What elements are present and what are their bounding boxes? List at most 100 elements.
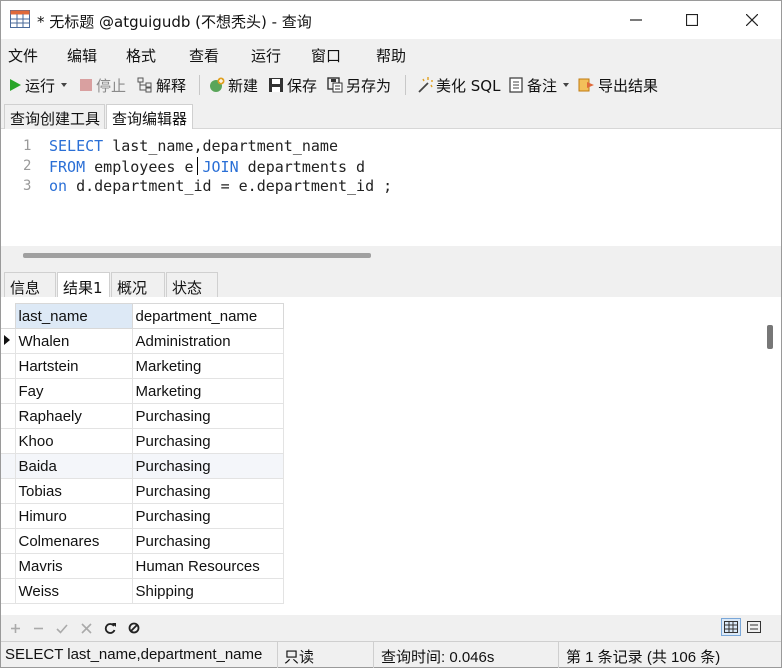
cell-department-name[interactable]: Purchasing <box>131 403 284 429</box>
row-indicator[interactable] <box>1 553 15 579</box>
cell-department-name[interactable]: Shipping <box>131 578 284 604</box>
sql-editor[interactable]: 1 2 3 SELECT last_name,department_name F… <box>1 129 781 246</box>
cell-department-name[interactable]: Purchasing <box>131 503 284 529</box>
row-indicator[interactable] <box>1 378 15 404</box>
stop-query-button[interactable] <box>127 621 141 635</box>
editor-horizontal-scrollbar[interactable] <box>1 246 781 268</box>
status-query-time: 查询时间: 0.046s <box>381 649 495 666</box>
sql-text: departments d <box>238 158 366 176</box>
minimize-button[interactable] <box>613 1 659 39</box>
tab-info[interactable]: 信息 <box>4 272 56 298</box>
row-indicator[interactable] <box>1 453 15 479</box>
column-header-last-name[interactable]: last_name <box>14 303 133 329</box>
cell-department-name[interactable]: Marketing <box>131 353 284 379</box>
table-row[interactable]: Whalen Administration <box>1 328 284 354</box>
tab-query-editor[interactable]: 查询编辑器 <box>106 104 193 129</box>
stop-button[interactable]: 停止 <box>79 74 126 96</box>
save-as-label: 另存为 <box>346 76 392 95</box>
menu-edit[interactable]: 编辑 <box>67 45 97 66</box>
table-row[interactable]: Colmenares Purchasing <box>1 528 284 554</box>
cell-last-name[interactable]: Khoo <box>14 428 133 454</box>
cell-last-name[interactable]: Fay <box>14 378 133 404</box>
row-indicator[interactable] <box>1 578 15 604</box>
cell-last-name[interactable]: Tobias <box>14 478 133 504</box>
current-row-arrow-icon <box>4 334 10 345</box>
menu-help[interactable]: 帮助 <box>376 45 406 66</box>
row-indicator[interactable] <box>1 328 15 354</box>
row-indicator[interactable] <box>1 428 15 454</box>
table-row[interactable]: Fay Marketing <box>1 378 284 404</box>
cell-last-name[interactable]: Baida <box>14 453 133 479</box>
menu-view[interactable]: 查看 <box>189 45 219 66</box>
cell-department-name[interactable]: Human Resources <box>131 553 284 579</box>
table-row[interactable]: Weiss Shipping <box>1 578 284 604</box>
grid-view-button[interactable] <box>721 618 741 636</box>
table-row[interactable]: Himuro Purchasing <box>1 503 284 529</box>
tab-query-builder[interactable]: 查询创建工具 <box>4 104 105 129</box>
row-indicator[interactable] <box>1 528 15 554</box>
menu-format[interactable]: 格式 <box>126 45 156 66</box>
cell-last-name[interactable]: Hartstein <box>14 353 133 379</box>
menu-bar: 文件 编辑 格式 查看 运行 窗口 帮助 <box>1 39 781 69</box>
refresh-icon <box>104 623 116 634</box>
menu-run[interactable]: 运行 <box>251 45 281 66</box>
scrollbar-thumb[interactable] <box>767 325 773 349</box>
comment-button[interactable]: 备注 <box>509 74 574 96</box>
tab-status[interactable]: 状态 <box>166 272 218 298</box>
discard-changes-button[interactable] <box>79 621 93 635</box>
refresh-button[interactable] <box>103 621 117 635</box>
column-header-department-name[interactable]: department_name <box>131 303 284 329</box>
line-number: 1 <box>23 138 32 154</box>
save-label: 保存 <box>287 76 318 95</box>
code-line-1: SELECT last_name,department_name <box>49 137 338 155</box>
toolbar: 运行 停止 解释 新建 保存 另存为 美化 SQL 备注 导出结果 <box>1 69 781 101</box>
status-separator <box>277 642 278 668</box>
cell-last-name[interactable]: Whalen <box>14 328 133 354</box>
scrollbar-thumb[interactable] <box>23 253 371 258</box>
query-window: * 无标题 @atguigudb (不想秃头) - 查询 文件 编辑 格式 查看… <box>0 0 782 668</box>
delete-record-button[interactable] <box>31 621 45 635</box>
cell-last-name[interactable]: Raphaely <box>14 403 133 429</box>
run-label: 运行 <box>25 76 56 95</box>
row-indicator[interactable] <box>1 403 15 429</box>
maximize-button[interactable] <box>669 1 715 39</box>
table-row[interactable]: Khoo Purchasing <box>1 428 284 454</box>
explain-button[interactable]: 解释 <box>137 74 186 96</box>
close-button[interactable] <box>729 1 775 39</box>
table-row[interactable]: Mavris Human Resources <box>1 553 284 579</box>
table-row[interactable]: Raphaely Purchasing <box>1 403 284 429</box>
form-view-icon <box>747 621 761 633</box>
export-results-button[interactable]: 导出结果 <box>578 74 658 96</box>
tab-overview[interactable]: 概况 <box>111 272 165 298</box>
cell-department-name[interactable]: Marketing <box>131 378 284 404</box>
save-as-button[interactable]: 另存为 <box>327 74 391 96</box>
menu-file[interactable]: 文件 <box>8 45 38 66</box>
cell-last-name[interactable]: Weiss <box>14 578 133 604</box>
form-view-button[interactable] <box>744 618 764 636</box>
table-row[interactable]: Baida Purchasing <box>1 453 284 479</box>
save-button[interactable]: 保存 <box>268 74 317 96</box>
add-record-button[interactable] <box>8 621 22 635</box>
cell-department-name[interactable]: Administration <box>131 328 284 354</box>
status-separator <box>558 642 559 668</box>
table-row[interactable]: Hartstein Marketing <box>1 353 284 379</box>
row-indicator[interactable] <box>1 503 15 529</box>
cell-department-name[interactable]: Purchasing <box>131 453 284 479</box>
grid-navigation-bar <box>1 615 781 641</box>
cell-department-name[interactable]: Purchasing <box>131 428 284 454</box>
cell-department-name[interactable]: Purchasing <box>131 478 284 504</box>
cell-last-name[interactable]: Colmenares <box>14 528 133 554</box>
row-indicator[interactable] <box>1 353 15 379</box>
apply-changes-button[interactable] <box>55 621 69 635</box>
beautify-sql-button[interactable]: 美化 SQL <box>416 74 500 96</box>
cell-last-name[interactable]: Himuro <box>14 503 133 529</box>
grid-vertical-scrollbar[interactable] <box>767 305 773 611</box>
run-button[interactable]: 运行 <box>8 74 72 96</box>
row-indicator[interactable] <box>1 478 15 504</box>
cell-department-name[interactable]: Purchasing <box>131 528 284 554</box>
menu-window[interactable]: 窗口 <box>311 45 341 66</box>
table-row[interactable]: Tobias Purchasing <box>1 478 284 504</box>
cell-last-name[interactable]: Mavris <box>14 553 133 579</box>
new-button[interactable]: 新建 <box>209 74 258 96</box>
tab-result-1[interactable]: 结果1 <box>57 272 110 298</box>
